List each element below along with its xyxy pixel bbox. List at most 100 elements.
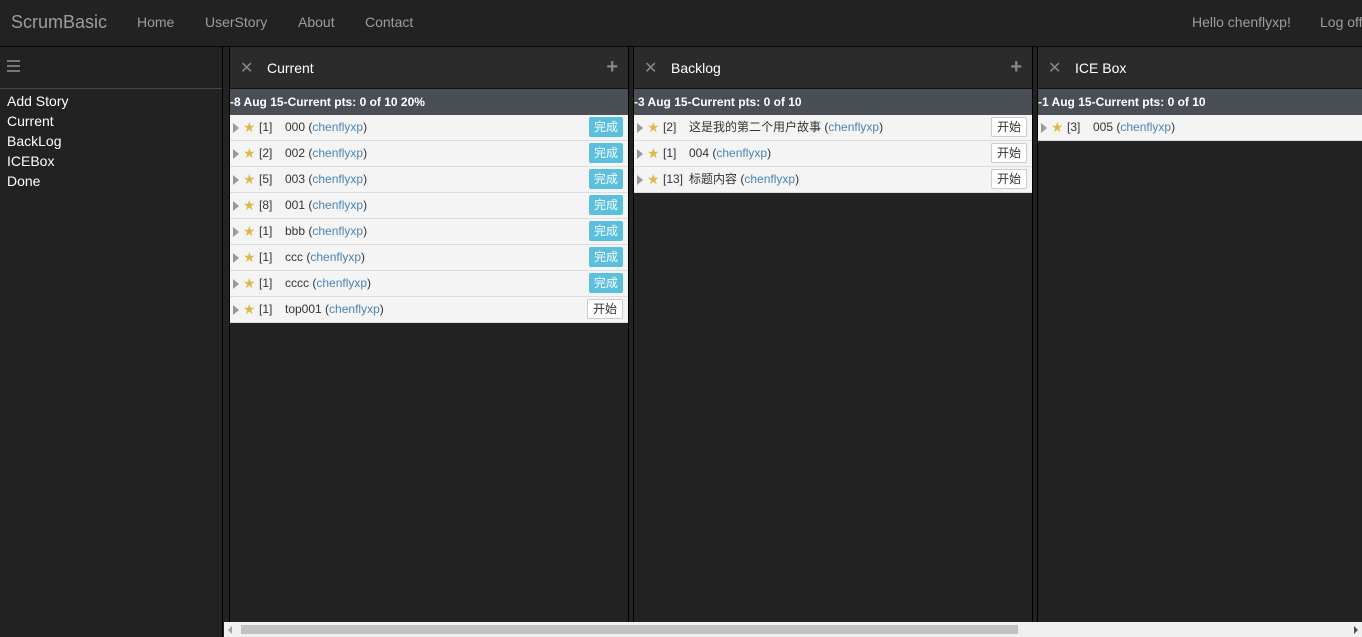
story-owner[interactable]: chenflyxp: [312, 172, 363, 186]
story-title-wrap: 002 (chenflyxp): [285, 146, 368, 160]
add-icon[interactable]: +: [1010, 56, 1022, 79]
start-button[interactable]: 开始: [990, 169, 1027, 189]
sidebar: Add Story Current BackLog ICEBox Done: [0, 47, 223, 637]
story-title: 004: [689, 146, 710, 160]
star-icon: ★: [243, 301, 256, 317]
user-greeting[interactable]: Hello chenflyxp!: [1192, 14, 1291, 30]
story-points: [3]: [1067, 120, 1081, 134]
story-points: [2]: [259, 146, 273, 160]
brand[interactable]: ScrumBasic: [11, 12, 107, 33]
finish-button[interactable]: 完成: [588, 169, 623, 189]
story-title: ccc: [285, 250, 303, 264]
story-row[interactable]: ★ [8] 001 (chenflyxp) 完成: [230, 193, 628, 219]
scroll-right-icon[interactable]: [1354, 626, 1358, 634]
story-list: ★ [2] 这是我的第二个用户故事 (chenflyxp) 开始 ★ [1] 004 (ch…: [634, 115, 1032, 193]
panel-title: Backlog: [671, 60, 721, 76]
story-owner[interactable]: chenflyxp: [312, 224, 363, 238]
nav-contact[interactable]: Contact: [365, 14, 413, 30]
navbar: ScrumBasic Home UserStory About Contact …: [0, 0, 1362, 47]
story-row[interactable]: ★ [1] 004 (chenflyxp) 开始: [634, 141, 1032, 167]
story-owner[interactable]: chenflyxp: [310, 250, 361, 264]
story-points: [1]: [663, 146, 677, 160]
story-title-wrap: bbb (chenflyxp): [285, 224, 368, 238]
finish-button[interactable]: 完成: [588, 117, 623, 137]
star-icon: ★: [243, 249, 256, 265]
finish-button[interactable]: 完成: [588, 195, 623, 215]
expand-triangle-icon[interactable]: [637, 123, 643, 133]
logoff-link[interactable]: Log off: [1320, 14, 1362, 30]
story-title: 002: [285, 146, 306, 160]
finish-button[interactable]: 完成: [588, 143, 623, 163]
close-icon[interactable]: ✕: [1048, 58, 1061, 78]
start-button[interactable]: 开始: [586, 299, 623, 319]
story-title-wrap: 这是我的第二个用户故事 (chenflyxp): [689, 120, 884, 134]
nav-about[interactable]: About: [298, 14, 335, 30]
story-row[interactable]: ★ [5] 003 (chenflyxp) 完成: [230, 167, 628, 193]
nav-home[interactable]: Home: [137, 14, 174, 30]
story-owner[interactable]: chenflyxp: [312, 198, 363, 212]
star-icon: ★: [647, 145, 660, 161]
sidebar-item-done[interactable]: Done: [7, 171, 215, 191]
sidebar-item-icebox[interactable]: ICEBox: [7, 151, 215, 171]
story-row[interactable]: ★ [3] 005 (chenflyxp): [1038, 115, 1362, 141]
hamburger-icon[interactable]: [7, 60, 20, 72]
story-title-wrap: 004 (chenflyxp): [689, 146, 772, 160]
story-owner[interactable]: chenflyxp: [1120, 120, 1171, 134]
story-row[interactable]: ★ [2] 002 (chenflyxp) 完成: [230, 141, 628, 167]
star-icon: ★: [243, 223, 256, 239]
close-icon[interactable]: ✕: [240, 58, 253, 78]
story-points: [1]: [259, 276, 273, 290]
story-row[interactable]: ★ [1] top001 (chenflyxp) 开始: [230, 297, 628, 323]
star-icon: ★: [243, 275, 256, 291]
story-points: [5]: [259, 172, 273, 186]
story-title-wrap: 003 (chenflyxp): [285, 172, 368, 186]
start-button[interactable]: 开始: [990, 117, 1027, 137]
expand-triangle-icon[interactable]: [233, 201, 239, 211]
expand-triangle-icon[interactable]: [233, 175, 239, 185]
expand-triangle-icon[interactable]: [233, 305, 239, 315]
nav-userstory[interactable]: UserStory: [205, 14, 267, 30]
sidebar-item-add-story[interactable]: Add Story: [7, 91, 215, 111]
expand-triangle-icon[interactable]: [637, 175, 643, 185]
story-owner[interactable]: chenflyxp: [329, 302, 380, 316]
story-row[interactable]: ★ [1] 000 (chenflyxp) 完成: [230, 115, 628, 141]
horizontal-scrollbar[interactable]: [224, 622, 1362, 637]
scroll-left-icon[interactable]: [228, 626, 232, 634]
story-owner[interactable]: chenflyxp: [312, 146, 363, 160]
expand-triangle-icon[interactable]: [233, 123, 239, 133]
story-owner[interactable]: chenflyxp: [828, 120, 879, 134]
story-row[interactable]: ★ [1] ccc (chenflyxp) 完成: [230, 245, 628, 271]
close-icon[interactable]: ✕: [644, 58, 657, 78]
story-title: 标题内容: [689, 172, 738, 186]
expand-triangle-icon[interactable]: [233, 253, 239, 263]
story-row[interactable]: ★ [1] bbb (chenflyxp) 完成: [230, 219, 628, 245]
finish-button[interactable]: 完成: [588, 221, 623, 241]
sidebar-item-current[interactable]: Current: [7, 111, 215, 131]
story-owner[interactable]: chenflyxp: [716, 146, 767, 160]
story-owner[interactable]: chenflyxp: [316, 276, 367, 290]
expand-triangle-icon[interactable]: [637, 149, 643, 159]
add-icon[interactable]: +: [606, 56, 618, 79]
expand-triangle-icon[interactable]: [1041, 123, 1047, 133]
finish-button[interactable]: 完成: [588, 247, 623, 267]
scrollbar-thumb[interactable]: [241, 625, 1018, 634]
story-title-wrap: ccc (chenflyxp): [285, 250, 366, 264]
sidebar-item-backlog[interactable]: BackLog: [7, 131, 215, 151]
expand-triangle-icon[interactable]: [233, 279, 239, 289]
story-owner[interactable]: chenflyxp: [744, 172, 795, 186]
panel-backlog: ✕ Backlog + -3 Aug 15-Current pts: 0 of …: [633, 47, 1033, 622]
story-row[interactable]: ★ [13] 标题内容 (chenflyxp) 开始: [634, 167, 1032, 193]
finish-button[interactable]: 完成: [588, 273, 623, 293]
expand-triangle-icon[interactable]: [233, 149, 239, 159]
story-row[interactable]: ★ [1] cccc (chenflyxp) 完成: [230, 271, 628, 297]
story-title: top001: [285, 302, 322, 316]
story-owner[interactable]: chenflyxp: [312, 120, 363, 134]
story-title: 这是我的第二个用户故事: [689, 120, 822, 134]
start-button[interactable]: 开始: [990, 143, 1027, 163]
star-icon: ★: [243, 171, 256, 187]
story-title: cccc: [285, 276, 309, 290]
panel-title: Current: [267, 60, 314, 76]
expand-triangle-icon[interactable]: [233, 227, 239, 237]
story-row[interactable]: ★ [2] 这是我的第二个用户故事 (chenflyxp) 开始: [634, 115, 1032, 141]
story-points: [1]: [259, 224, 273, 238]
